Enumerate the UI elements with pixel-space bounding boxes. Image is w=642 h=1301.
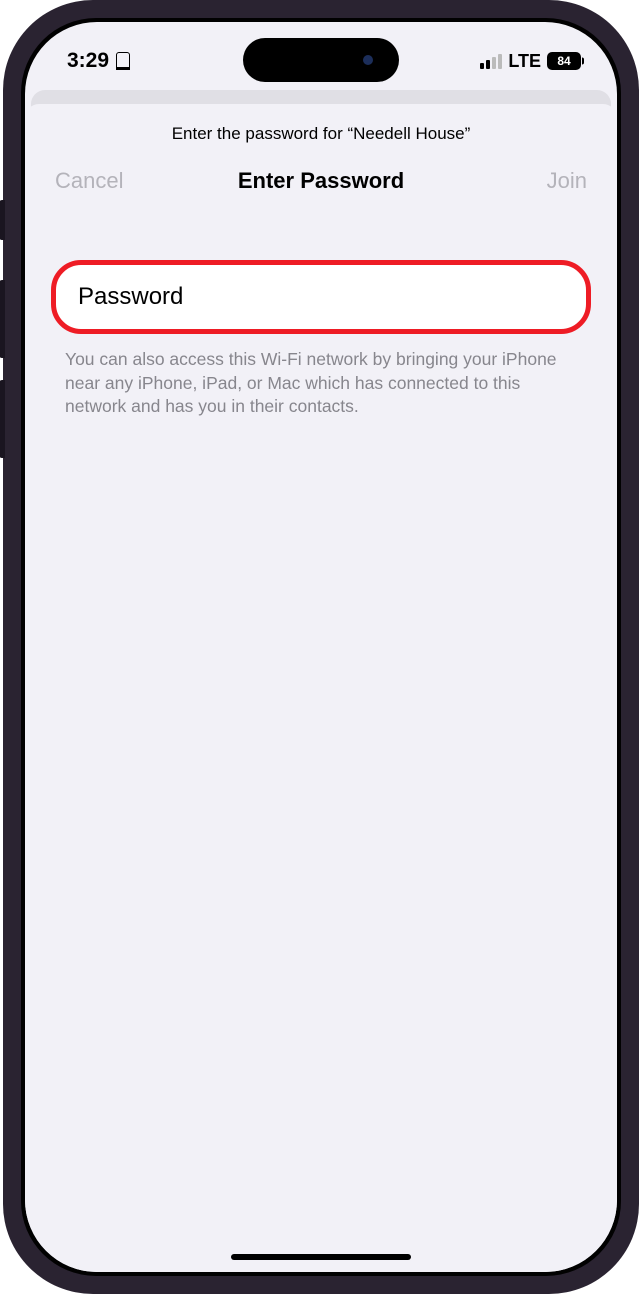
cancel-button[interactable]: Cancel — [55, 168, 135, 194]
network-type: LTE — [508, 51, 541, 72]
sheet-subtitle: Enter the password for “Needell House” — [25, 104, 617, 154]
password-input[interactable] — [78, 283, 564, 311]
wifi-sharing-help-text: You can also access this Wi-Fi network b… — [51, 334, 591, 419]
nav-bar: Cancel Enter Password Join — [25, 154, 617, 216]
join-button[interactable]: Join — [507, 168, 587, 194]
battery-icon: 84 — [547, 52, 581, 70]
sheet-title: Enter Password — [238, 168, 404, 194]
screen: 3:29 LTE 84 Enter the password for “Need… — [25, 22, 617, 1272]
password-field-container[interactable] — [51, 260, 591, 334]
battery-percent: 84 — [549, 54, 579, 68]
status-right: LTE 84 — [480, 51, 581, 72]
dynamic-island — [243, 38, 399, 82]
device-bezel: 3:29 LTE 84 Enter the password for “Need… — [21, 18, 621, 1276]
status-time: 3:29 — [67, 49, 109, 73]
sheet-content: You can also access this Wi-Fi network b… — [25, 216, 617, 419]
enter-password-sheet: Enter the password for “Needell House” C… — [25, 104, 617, 1272]
cellular-signal-icon — [480, 53, 502, 69]
orientation-lock-icon — [116, 52, 130, 70]
home-indicator[interactable] — [231, 1254, 411, 1260]
device-frame: 3:29 LTE 84 Enter the password for “Need… — [3, 0, 639, 1294]
status-left: 3:29 — [67, 49, 130, 73]
